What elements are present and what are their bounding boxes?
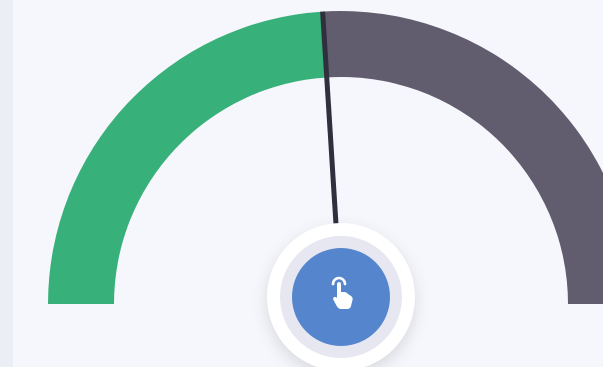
gauge-knob[interactable] xyxy=(267,223,415,367)
gauge-widget xyxy=(0,0,603,367)
